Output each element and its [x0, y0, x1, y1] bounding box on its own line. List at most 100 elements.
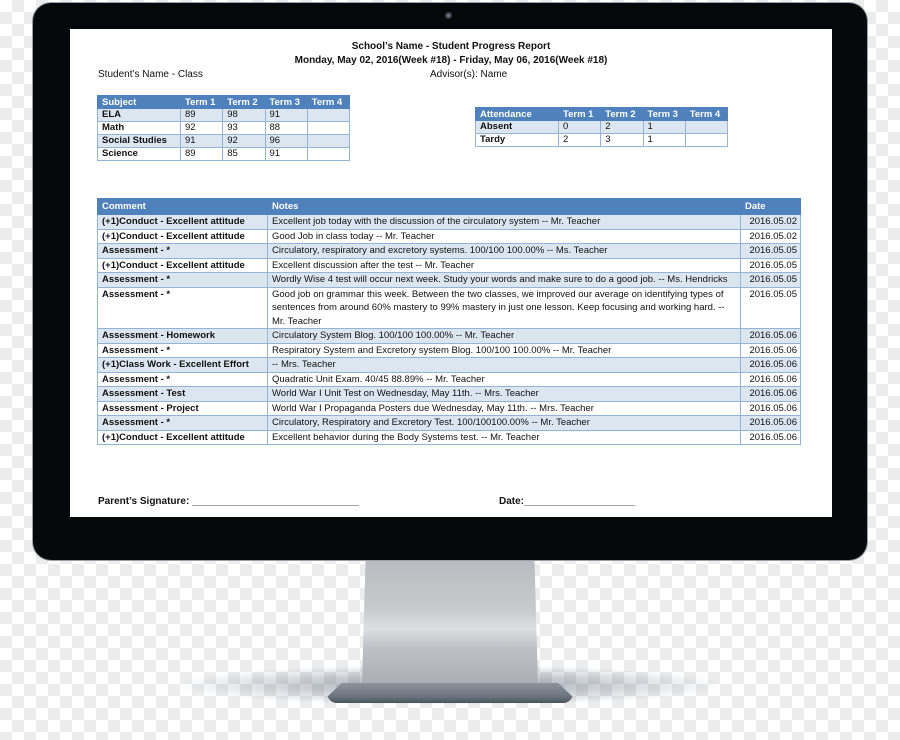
comments-cell: Circulatory System Blog. 100/100 100.00%… [267, 328, 741, 344]
comments-cell: 2016.05.06 [740, 429, 801, 445]
attendance-cell: 2 [557, 133, 602, 147]
grades-row: Science 89 85 91 [97, 147, 351, 161]
grades-cell: Science [97, 147, 181, 161]
comments-cell: -- Mrs. Teacher [267, 357, 741, 373]
comments-cell: World War I Unit Test on Wednesday, May … [267, 386, 741, 402]
grades-cell: 98 [222, 108, 266, 122]
comments-cell: 2016.05.02 [740, 214, 801, 230]
student-name: Student’s Name - Class [98, 69, 203, 80]
comments-cell: Assessment - * [97, 371, 268, 387]
comments-cell: 2016.05.06 [740, 415, 801, 431]
comments-cell: World War I Propaganda Posters due Wedne… [267, 400, 741, 416]
comments-cell: Good job on grammar this week. Between t… [267, 286, 741, 329]
comments-row: (+1)Class Work - Excellent Effort -- Mrs… [97, 357, 801, 373]
grades-cell [306, 121, 351, 135]
attendance-row: Absent 0 2 1 [475, 120, 729, 134]
report-title: School’s Name - Student Progress Report [351, 41, 551, 52]
comments-cell: Circulatory, Respiratory and Excretory T… [267, 415, 741, 431]
grades-cell: Social Studies [97, 134, 181, 148]
grades-cell: 91 [179, 134, 224, 148]
comments-cell: Assessment - * [97, 243, 268, 259]
grades-row: Math 92 93 88 [97, 121, 351, 135]
comments-cell: Assessment - Project [97, 400, 268, 416]
grades-cell [306, 134, 351, 148]
comments-cell: 2016.05.05 [740, 272, 801, 288]
comments-row: (+1)Conduct - Excellent attitude Excellen… [97, 214, 801, 230]
attendance-cell [684, 133, 729, 147]
attendance-cell [684, 120, 729, 134]
grades-cell: 91 [264, 147, 308, 161]
comments-cell: Wordly Wise 4 test will occur next week.… [267, 272, 741, 288]
grades-cell: 85 [222, 147, 266, 161]
comments-cell: Circulatory, respiratory and excretory s… [267, 243, 741, 259]
attendance-cell: Absent [475, 120, 559, 134]
grades-cell: 92 [222, 134, 266, 148]
comments-cell: 2016.05.06 [740, 386, 801, 402]
comments-cell: Good Job in class today -- Mr. Teacher [267, 228, 741, 244]
comments-header-date: Date [740, 198, 801, 215]
comments-cell: Excellent job today with the discussion … [267, 214, 741, 230]
comments-cell: (+1)Conduct - Excellent attitude [97, 214, 268, 230]
attendance-header: Term 4 [684, 107, 729, 121]
comments-cell: 2016.05.05 [740, 243, 801, 259]
attendance-cell: 1 [642, 120, 686, 134]
grades-cell: Math [97, 121, 181, 135]
report-date-range: Monday, May 02, 2016(Week #18) - Friday,… [294, 55, 608, 66]
comments-cell: (+1)Class Work - Excellent Effort [97, 357, 268, 373]
advisor-name: Advisor(s): Name [430, 69, 508, 80]
grades-header-row: Subject Term 1 Term 2 Term 3 Term 4 [97, 95, 351, 109]
grades-cell: 92 [179, 121, 224, 135]
comments-row: (+1)Conduct - Excellent attitude Good Job… [97, 228, 801, 244]
comments-cell: 2016.05.05 [740, 286, 801, 329]
grades-cell: 88 [264, 121, 308, 135]
attendance-header-row: Attendance Term 1 Term 2 Term 3 Term 4 [475, 107, 729, 121]
attendance-cell: Tardy [475, 133, 559, 147]
comments-cell: (+1)Conduct - Excellent attitude [97, 228, 268, 244]
attendance-header: Term 1 [557, 107, 602, 121]
attendance-cell: 1 [642, 133, 686, 147]
attendance-cell: 3 [600, 133, 644, 147]
attendance-row: Tardy 2 3 1 [475, 133, 729, 147]
grades-header: Term 4 [306, 95, 351, 109]
comments-header-row: Comment Notes Date [97, 198, 801, 215]
comments-cell: Assessment - * [97, 415, 268, 431]
comments-row: Assessment - Test World War I Unit Test o… [97, 386, 801, 402]
comments-row: Assessment - * Wordly Wise 4 test will oc… [97, 272, 801, 288]
comments-row: Assessment - * Circulatory, Respiratory a… [97, 415, 801, 431]
grades-header: Term 1 [179, 95, 224, 109]
grades-cell: 93 [222, 121, 266, 135]
grades-header: Term 2 [222, 95, 266, 109]
grades-header: Term 3 [264, 95, 308, 109]
comments-cell: Excellent behavior during the Body Syste… [267, 429, 741, 445]
comments-cell: 2016.05.06 [740, 357, 801, 373]
grades-cell: 89 [179, 108, 224, 122]
comments-cell: Assessment - Homework [97, 328, 268, 344]
attendance-table: Attendance Term 1 Term 2 Term 3 Term 4 A… [475, 107, 729, 147]
comments-cell: 2016.05.06 [740, 400, 801, 416]
monitor-screen: School’s Name - Student Progress Report … [70, 29, 832, 517]
attendance-cell: 2 [600, 120, 644, 134]
grades-row: Social Studies 91 92 96 [97, 134, 351, 148]
attendance-header: Term 2 [600, 107, 644, 121]
comments-cell: 2016.05.06 [740, 342, 801, 358]
comments-cell: Respiratory System and Excretory system … [267, 342, 741, 358]
grades-cell: 89 [179, 147, 224, 161]
comments-header-comment: Comment [97, 198, 268, 215]
grades-row: ELA 89 98 91 [97, 108, 351, 122]
comments-cell: 2016.05.02 [740, 228, 801, 244]
comments-cell: Quadratic Unit Exam. 40/45 88.89% -- Mr.… [267, 371, 741, 387]
comments-row: Assessment - * Circulatory, respiratory a… [97, 243, 801, 259]
comments-row: Assessment - Homework Circulatory System … [97, 328, 801, 344]
grades-cell: ELA [97, 108, 181, 122]
comments-cell: (+1)Conduct - Excellent attitude [97, 429, 268, 445]
signature-date-line: Date:____________________ [499, 496, 636, 507]
grades-table: Subject Term 1 Term 2 Term 3 Term 4 ELA 8… [97, 95, 351, 161]
comments-header-notes: Notes [267, 198, 741, 215]
comments-row: (+1)Conduct - Excellent attitude Excellen… [97, 429, 801, 445]
monitor-stand-neck [362, 560, 538, 685]
comments-cell: 2016.05.06 [740, 328, 801, 344]
comments-cell: Assessment - * [97, 342, 268, 358]
comments-cell: 2016.05.06 [740, 371, 801, 387]
grades-cell [306, 108, 351, 122]
comments-cell: Assessment - * [97, 286, 268, 329]
